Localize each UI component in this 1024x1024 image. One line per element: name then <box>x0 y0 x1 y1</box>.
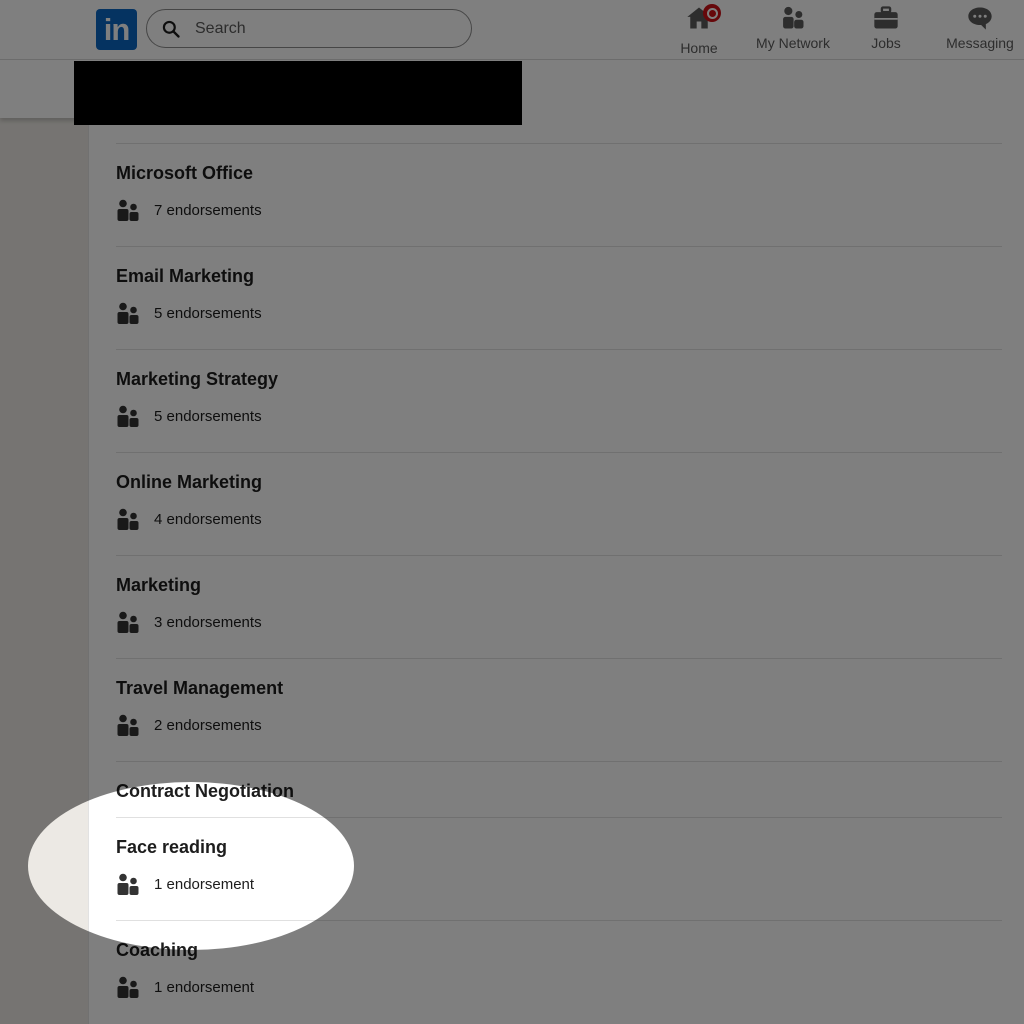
divider <box>116 555 1002 556</box>
endorsement-count: 3 endorsements <box>154 613 262 631</box>
people-icon <box>117 302 139 324</box>
endorsement-count: 2 endorsements <box>154 716 262 734</box>
skill-item: Email Marketing 5 endorsements <box>116 246 1002 349</box>
nav-messaging-label: Messaging <box>946 35 1014 51</box>
people-icon <box>117 405 139 427</box>
top-nav-bar: in Home My Network Jobs <box>0 0 1024 60</box>
divider <box>116 817 1002 818</box>
skill-name[interactable]: Marketing <box>116 575 201 596</box>
divider <box>116 658 1002 659</box>
endorsement-count: 1 endorsement <box>154 875 255 893</box>
skill-item: Marketing Strategy 5 endorsements <box>116 349 1002 452</box>
people-icon <box>117 873 139 895</box>
endorsement-count: 4 endorsements <box>154 510 262 528</box>
skill-item: Coaching 1 endorsement <box>116 920 1002 1023</box>
people-icon <box>117 508 139 530</box>
divider <box>116 920 1002 921</box>
redacted-block <box>74 61 522 125</box>
skill-name[interactable]: Online Marketing <box>116 472 262 493</box>
endorsement-row[interactable]: 4 endorsements <box>116 507 262 531</box>
people-icon <box>117 714 139 736</box>
endorsement-count: 5 endorsements <box>154 407 262 425</box>
endorsement-row[interactable]: 5 endorsements <box>116 301 262 325</box>
divider <box>116 143 1002 144</box>
people-icon <box>117 611 139 633</box>
skill-name[interactable]: Face reading <box>116 837 227 858</box>
skill-name[interactable]: Microsoft Office <box>116 163 253 184</box>
nav-my-network-label: My Network <box>756 35 830 51</box>
skill-item: Microsoft Office 7 endorsements <box>116 143 1002 246</box>
skill-item: Travel Management 2 endorsements <box>116 658 1002 761</box>
skill-name[interactable]: Email Marketing <box>116 266 254 287</box>
endorsement-count: 5 endorsements <box>154 304 262 322</box>
skill-item: Online Marketing 4 endorsements <box>116 452 1002 555</box>
skill-item: Marketing 3 endorsements <box>116 555 1002 658</box>
briefcase-icon <box>874 6 898 29</box>
skill-name[interactable]: Contract Negotiation <box>116 781 294 802</box>
people-icon <box>117 199 139 221</box>
people-icon <box>783 6 804 29</box>
skill-name[interactable]: Travel Management <box>116 678 283 699</box>
home-icon-wrap <box>685 4 721 37</box>
divider <box>116 761 1002 762</box>
endorsement-row[interactable]: 1 endorsement <box>116 872 254 896</box>
linkedin-logo[interactable]: in <box>96 9 137 50</box>
people-icon <box>117 976 139 998</box>
search-input[interactable] <box>193 18 437 39</box>
nav-home-label: Home <box>680 40 718 56</box>
divider <box>116 246 1002 247</box>
endorsement-count: 1 endorsement <box>154 978 255 996</box>
skill-name[interactable]: Coaching <box>116 940 198 961</box>
search-box[interactable] <box>146 9 472 48</box>
nav-jobs[interactable]: Jobs <box>862 4 910 56</box>
nav-home[interactable]: Home <box>676 4 722 56</box>
endorsement-row[interactable]: 1 endorsement <box>116 975 254 999</box>
endorsement-row[interactable]: 7 endorsements <box>116 198 262 222</box>
divider <box>116 349 1002 350</box>
skill-item: Face reading 1 endorsement <box>116 817 1002 920</box>
nav-messaging[interactable]: Messaging <box>944 4 1016 56</box>
skill-item: Contract Negotiation <box>116 761 1002 817</box>
chat-icon <box>968 7 992 30</box>
endorsement-row[interactable]: 3 endorsements <box>116 610 262 634</box>
divider <box>116 452 1002 453</box>
endorsement-count: 7 endorsements <box>154 201 262 219</box>
skill-name[interactable]: Marketing Strategy <box>116 369 278 390</box>
nav-my-network[interactable]: My Network <box>752 4 834 56</box>
search-icon <box>162 20 180 38</box>
endorsement-row[interactable]: 2 endorsements <box>116 713 262 737</box>
notification-badge <box>703 4 721 22</box>
nav-jobs-label: Jobs <box>871 35 901 51</box>
endorsement-row[interactable]: 5 endorsements <box>116 404 262 428</box>
